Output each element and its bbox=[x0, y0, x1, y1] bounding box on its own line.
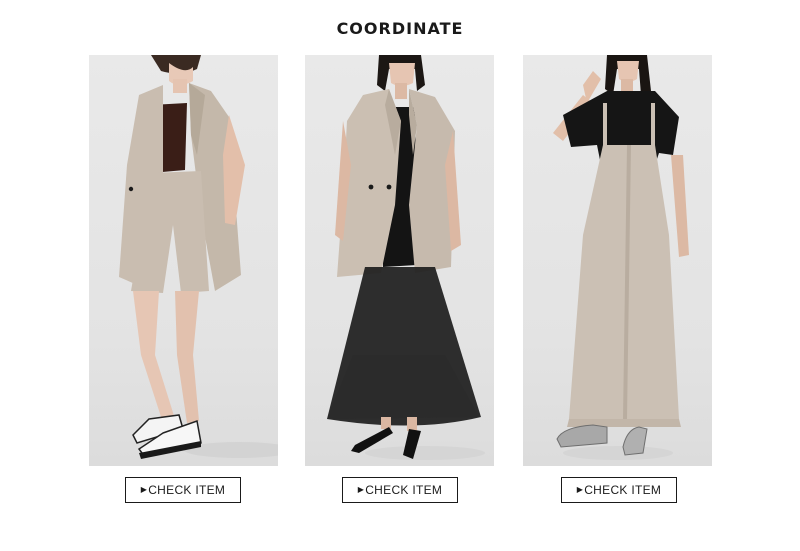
model-beige-vest-shorts-image bbox=[119, 55, 278, 459]
check-item-button-2[interactable]: ▶ CHECK ITEM bbox=[342, 477, 458, 503]
look-card-3: ▶ CHECK ITEM bbox=[523, 55, 712, 503]
model-vest-tulle-skirt-image bbox=[327, 55, 485, 460]
model-black-tee-jumpsuit-image bbox=[553, 55, 689, 460]
check-item-label: CHECK ITEM bbox=[584, 483, 662, 497]
look-photo-1[interactable] bbox=[89, 55, 278, 466]
look-card-2: ▶ CHECK ITEM bbox=[305, 55, 494, 503]
check-item-button-1[interactable]: ▶ CHECK ITEM bbox=[125, 477, 241, 503]
section-title: COORDINATE bbox=[336, 19, 464, 38]
look-photo-2[interactable] bbox=[305, 55, 494, 466]
check-item-label: CHECK ITEM bbox=[365, 483, 443, 497]
look-photo-3[interactable] bbox=[523, 55, 712, 466]
look-card-1: ▶ CHECK ITEM bbox=[89, 55, 278, 503]
check-item-button-3[interactable]: ▶ CHECK ITEM bbox=[561, 477, 677, 503]
triangle-right-icon: ▶ bbox=[576, 484, 584, 494]
triangle-right-icon: ▶ bbox=[357, 484, 365, 494]
triangle-right-icon: ▶ bbox=[140, 484, 148, 494]
check-item-label: CHECK ITEM bbox=[148, 483, 226, 497]
